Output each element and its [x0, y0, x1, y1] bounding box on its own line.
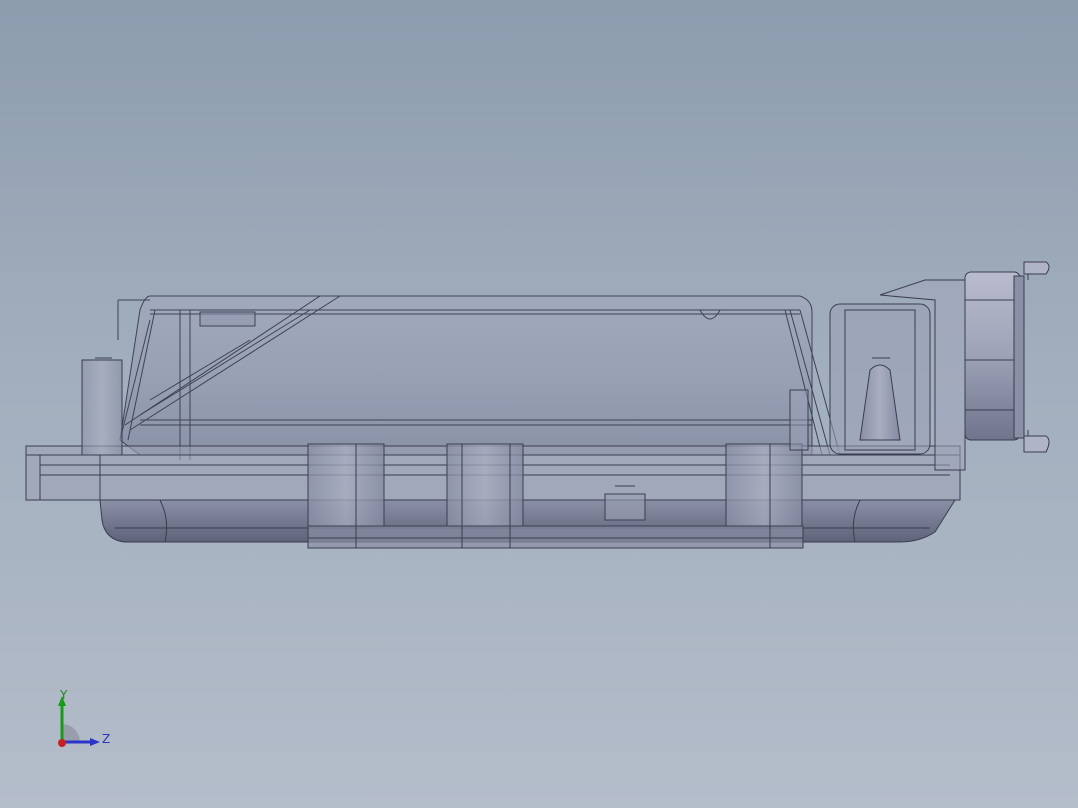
cad-model[interactable]: [0, 0, 1078, 808]
graphics-viewport[interactable]: Y Z: [0, 0, 1078, 808]
triad-y-label: Y: [60, 688, 68, 702]
left-cylinder: [81, 357, 123, 456]
housing-body: [117, 295, 841, 460]
triad-z-label: Z: [102, 732, 111, 746]
